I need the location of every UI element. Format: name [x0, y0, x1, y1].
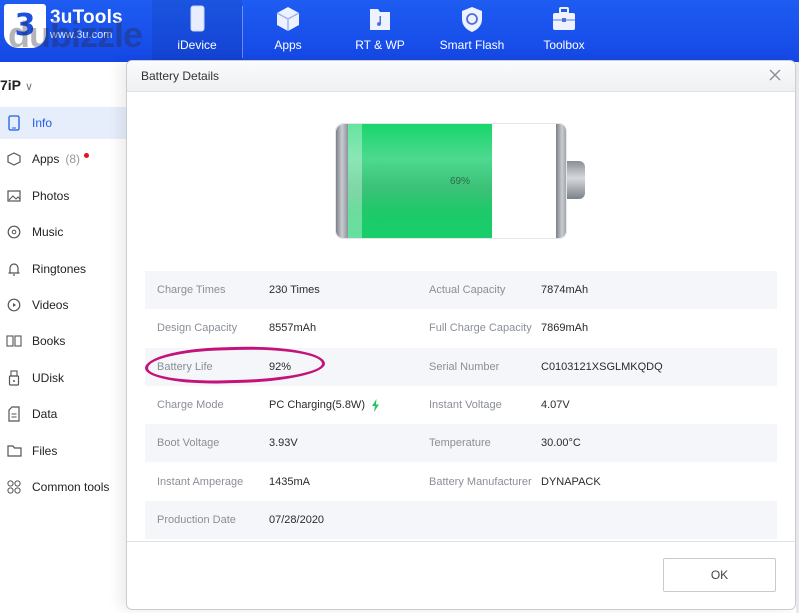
nav-idevice[interactable]: iDevice: [152, 0, 242, 62]
row-label: Instant Amperage: [157, 475, 244, 488]
table-row: Production Date 07/28/2020: [145, 500, 777, 540]
row-label: Battery Life: [157, 360, 213, 373]
row-label: Charge Mode: [157, 399, 224, 412]
nav-apps[interactable]: Apps: [243, 0, 333, 62]
grid-circles-icon: [6, 479, 22, 495]
hexagon-app-icon: [6, 151, 22, 167]
row-value: 230 Times: [269, 284, 320, 297]
table-row: Battery Life 92% Serial Number C0103121XSGL…: [145, 347, 777, 386]
battery-percent-label: 69%: [450, 176, 471, 187]
battery-details-table: Charge Times 230 Times Actual Capacity 7874…: [145, 271, 777, 540]
row-value-secondary: 7869mAh: [541, 322, 589, 335]
disc-icon: [6, 224, 22, 240]
row-label-secondary: Serial Number: [429, 360, 500, 373]
image-icon: [6, 188, 22, 204]
play-circle-icon: [6, 297, 22, 313]
sidebar-item-apps[interactable]: Apps (8): [0, 143, 126, 175]
dialog-header: Battery Details: [127, 61, 795, 92]
sidebar-item-info[interactable]: Info: [0, 107, 126, 139]
toolbox-icon: [553, 7, 575, 30]
row-label: Charge Times: [157, 284, 226, 297]
row-value-secondary: 7874mAh: [541, 284, 589, 297]
battery-graphic: 69%: [335, 123, 587, 241]
row-label: Boot Voltage: [157, 437, 220, 450]
nav-smart-flash[interactable]: Smart Flash: [427, 0, 517, 62]
sidebar-item-udisk[interactable]: UDisk: [0, 362, 126, 394]
row-value-secondary: C0103121XSGLMKQDQ: [541, 360, 663, 373]
row-value: 8557mAh: [269, 322, 317, 335]
table-row: Instant Amperage 1435mA Battery Manufactur…: [145, 462, 777, 500]
brand-url: www.3u.com: [50, 29, 113, 41]
book-icon: [6, 333, 22, 349]
battery-cap-left: [336, 124, 348, 238]
music-folder-icon: [370, 9, 390, 30]
row-value-secondary: 30.00°C: [541, 437, 581, 450]
phone-icon: [190, 5, 205, 32]
folder-icon: [6, 443, 22, 459]
footer-divider: [127, 541, 795, 542]
row-label-secondary: Temperature: [429, 437, 491, 450]
top-navigation-bar: 3 3uTools www.3u.com dubizzle iDevice Ap…: [0, 0, 799, 62]
cube-icon: [276, 7, 300, 31]
sidebar-item-videos[interactable]: Videos: [0, 289, 126, 321]
sidebar-item-common-tools[interactable]: Common tools: [0, 471, 126, 503]
battery-cap-right: [556, 124, 566, 238]
row-label-secondary: Instant Voltage: [429, 399, 502, 412]
row-value-secondary: DYNAPACK: [541, 475, 601, 488]
brand: 3uTools www.3u.com: [50, 7, 123, 41]
sidebar-item-ringtones[interactable]: Ringtones: [0, 253, 126, 285]
sidebar-item-files[interactable]: Files: [0, 435, 126, 467]
usb-drive-icon: [6, 370, 22, 386]
row-label-secondary: Actual Capacity: [429, 284, 506, 297]
row-value: 07/28/2020: [269, 513, 325, 526]
3utools-logo: 3: [4, 4, 46, 48]
row-label-secondary: Battery Manufacturer: [429, 475, 532, 488]
close-icon[interactable]: [767, 67, 783, 83]
chevron-down-icon: ∨: [25, 81, 34, 93]
sidebar-item-music[interactable]: Music: [0, 216, 126, 248]
dialog-title: Battery Details: [141, 69, 220, 83]
row-value: PC Charging(5.8W): [269, 398, 417, 412]
row-value: 1435mA: [269, 475, 310, 488]
row-label: Design Capacity: [157, 322, 238, 335]
row-value: 92%: [269, 360, 292, 373]
document-icon: [6, 406, 22, 422]
ok-button[interactable]: OK: [663, 558, 776, 592]
brand-name: 3uTools: [50, 7, 123, 28]
notification-dot: [84, 152, 90, 158]
table-row: Charge Times 230 Times Actual Capacity 7874…: [145, 271, 777, 310]
nav-rt-wp[interactable]: RT & WP: [335, 0, 425, 62]
sidebar-item-books[interactable]: Books: [0, 325, 126, 357]
row-value-secondary: 4.07V: [541, 399, 570, 412]
battery-level-fill: [348, 124, 492, 238]
row-label-secondary: Full Charge Capacity: [429, 322, 532, 335]
table-row: Charge Mode PC Charging(5.8W) Instant Volt…: [145, 386, 777, 424]
nav-toolbox[interactable]: Toolbox: [519, 0, 609, 62]
battery-body: 69%: [335, 123, 567, 239]
sidebar-item-photos[interactable]: Photos: [0, 180, 126, 212]
sidebar: 7iP ∨ Info Apps (8) Photos Music Ringtone…: [0, 62, 126, 613]
table-row: Design Capacity 8557mAh Full Charge Capaci…: [145, 309, 777, 347]
row-label: Production Date: [157, 513, 236, 526]
battery-terminal: [567, 161, 585, 199]
table-row: Boot Voltage 3.93V Temperature 30.00°C: [145, 424, 777, 463]
device-selector[interactable]: 7iP ∨: [0, 77, 33, 93]
app-window: 3 3uTools www.3u.com dubizzle iDevice Ap…: [0, 0, 799, 613]
lightning-bolt-icon: [371, 398, 379, 412]
row-value: 3.93V: [269, 437, 298, 450]
bell-icon: [6, 261, 22, 277]
apps-count: (8): [65, 152, 81, 166]
phone-outline-icon: [6, 115, 22, 131]
shield-refresh-icon: [462, 7, 482, 32]
battery-details-dialog: Battery Details 69% Charge Times 230 Time…: [126, 60, 796, 610]
sidebar-item-data[interactable]: Data: [0, 398, 126, 430]
